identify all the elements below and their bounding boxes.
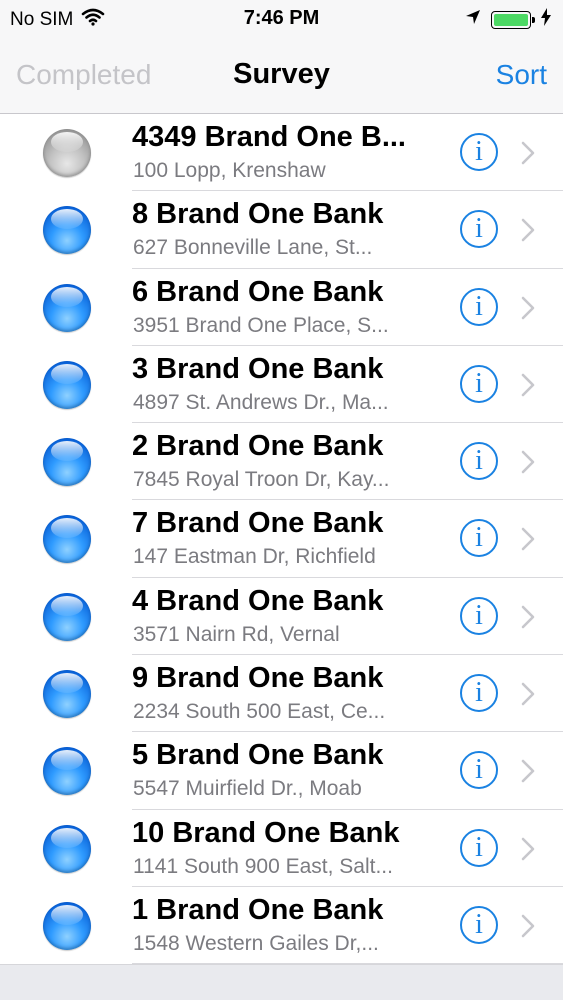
item-title: 3 Brand One Bank [132, 352, 384, 385]
chevron-right-icon [521, 837, 535, 860]
status-indicator-shine [51, 441, 83, 462]
info-icon[interactable]: i [460, 596, 498, 635]
item-address: 3951 Brand One Place, S... [133, 313, 389, 337]
item-title: 9 Brand One Bank [132, 662, 384, 695]
info-icon[interactable]: i [460, 133, 498, 171]
charging-bolt-icon [541, 8, 551, 31]
list-item[interactable]: 4349 Brand One B... 100 Lopp, Krenshaw i [0, 114, 563, 192]
status-indicator-icon [43, 824, 91, 873]
list-item[interactable]: 4 Brand One Bank 3571 Nairn Rd, Vernal i [0, 577, 563, 656]
chevron-right-icon [521, 373, 535, 397]
item-title: 4349 Brand One B... [132, 121, 406, 153]
chevron-right-icon [521, 528, 535, 551]
list-item[interactable]: 3 Brand One Bank 4897 St. Andrews Dr., M… [0, 345, 563, 424]
item-title: 4 Brand One Bank [132, 584, 384, 617]
status-indicator-shine [51, 518, 83, 539]
item-address: 627 Bonneville Lane, St... [133, 236, 373, 260]
survey-screen: No SIM 7:46 PM Completed Survey Sort 434… [0, 0, 563, 1000]
status-indicator-icon [43, 515, 91, 564]
status-indicator-shine [51, 750, 83, 771]
item-title: 7 Brand One Bank [132, 507, 384, 540]
item-address: 5547 Muirfield Dr., Moab [133, 777, 362, 801]
item-address: 7845 Royal Troon Dr, Kay... [133, 468, 390, 492]
status-right [465, 8, 551, 31]
status-indicator-icon [43, 283, 91, 332]
status-indicator-shine [51, 904, 83, 925]
info-icon[interactable]: i [460, 905, 498, 944]
item-address: 1141 South 900 East, Salt... [133, 854, 393, 878]
item-address: 147 Eastman Dr, Richfield [133, 545, 376, 569]
item-address: 100 Lopp, Krenshaw [133, 159, 326, 182]
status-indicator-shine [51, 595, 83, 616]
status-indicator-icon [43, 438, 91, 487]
status-bar: No SIM 7:46 PM [0, 0, 563, 40]
status-indicator-icon [43, 360, 91, 409]
info-icon[interactable]: i [460, 674, 498, 713]
list-item[interactable]: 1 Brand One Bank 1548 Western Gailes Dr,… [0, 886, 563, 965]
list-item[interactable]: 5 Brand One Bank 5547 Muirfield Dr., Moa… [0, 732, 563, 810]
item-address: 1548 Western Gailes Dr,... [133, 931, 379, 955]
info-icon[interactable]: i [460, 210, 498, 249]
bottom-bar [0, 964, 563, 1000]
list-item[interactable]: 2 Brand One Bank 7845 Royal Troon Dr, Ka… [0, 423, 563, 501]
status-indicator-icon [43, 670, 91, 719]
list-item[interactable]: 9 Brand One Bank 2234 South 500 East, Ce… [0, 655, 563, 733]
item-address: 3571 Nairn Rd, Vernal [133, 622, 340, 646]
item-address: 4897 St. Andrews Dr., Ma... [133, 390, 389, 414]
status-indicator-shine [51, 286, 83, 307]
info-icon[interactable]: i [460, 519, 498, 558]
info-icon[interactable]: i [460, 287, 498, 326]
list-item[interactable]: 10 Brand One Bank 1141 South 900 East, S… [0, 809, 563, 887]
info-icon[interactable]: i [460, 828, 498, 867]
status-indicator-shine [51, 827, 83, 848]
status-indicator-icon [43, 129, 91, 177]
list-item[interactable]: 7 Brand One Bank 147 Eastman Dr, Richfie… [0, 500, 563, 578]
item-title: 1 Brand One Bank [132, 893, 384, 926]
battery-level [494, 13, 528, 26]
chevron-right-icon [521, 760, 535, 783]
info-icon[interactable]: i [460, 364, 498, 403]
chevron-right-icon [521, 914, 535, 938]
list-item[interactable]: 6 Brand One Bank 3951 Brand One Place, S… [0, 268, 563, 346]
item-title: 10 Brand One Bank [132, 816, 400, 849]
chevron-right-icon [521, 296, 535, 319]
status-indicator-shine [51, 132, 83, 152]
status-indicator-icon [43, 206, 91, 255]
status-indicator-icon [43, 747, 91, 796]
battery-tip [532, 16, 535, 23]
status-indicator-shine [51, 673, 83, 694]
info-icon[interactable]: i [460, 751, 498, 790]
item-title: 2 Brand One Bank [132, 430, 384, 463]
item-title: 8 Brand One Bank [132, 198, 384, 231]
status-indicator-shine [51, 209, 83, 230]
chevron-right-icon [521, 218, 535, 242]
navigation-bar: Completed Survey Sort [0, 40, 563, 114]
chevron-right-icon [521, 682, 535, 706]
item-title: 5 Brand One Bank [132, 739, 384, 772]
location-arrow-icon [465, 9, 481, 30]
status-indicator-icon [43, 901, 91, 950]
item-title: 6 Brand One Bank [132, 275, 384, 308]
sort-button[interactable]: Sort [496, 59, 547, 91]
chevron-right-icon [521, 450, 535, 474]
chevron-right-icon [521, 141, 535, 165]
info-icon[interactable]: i [460, 442, 498, 481]
item-address: 2234 South 500 East, Ce... [133, 700, 386, 724]
chevron-right-icon [521, 605, 535, 629]
status-indicator-icon [43, 592, 91, 641]
completed-button[interactable]: Completed [16, 59, 151, 91]
battery-icon [491, 10, 535, 29]
status-indicator-shine [51, 363, 83, 384]
survey-list: 4349 Brand One B... 100 Lopp, Krenshaw i… [0, 114, 563, 965]
list-item[interactable]: 8 Brand One Bank 627 Bonneville Lane, St… [0, 191, 563, 269]
